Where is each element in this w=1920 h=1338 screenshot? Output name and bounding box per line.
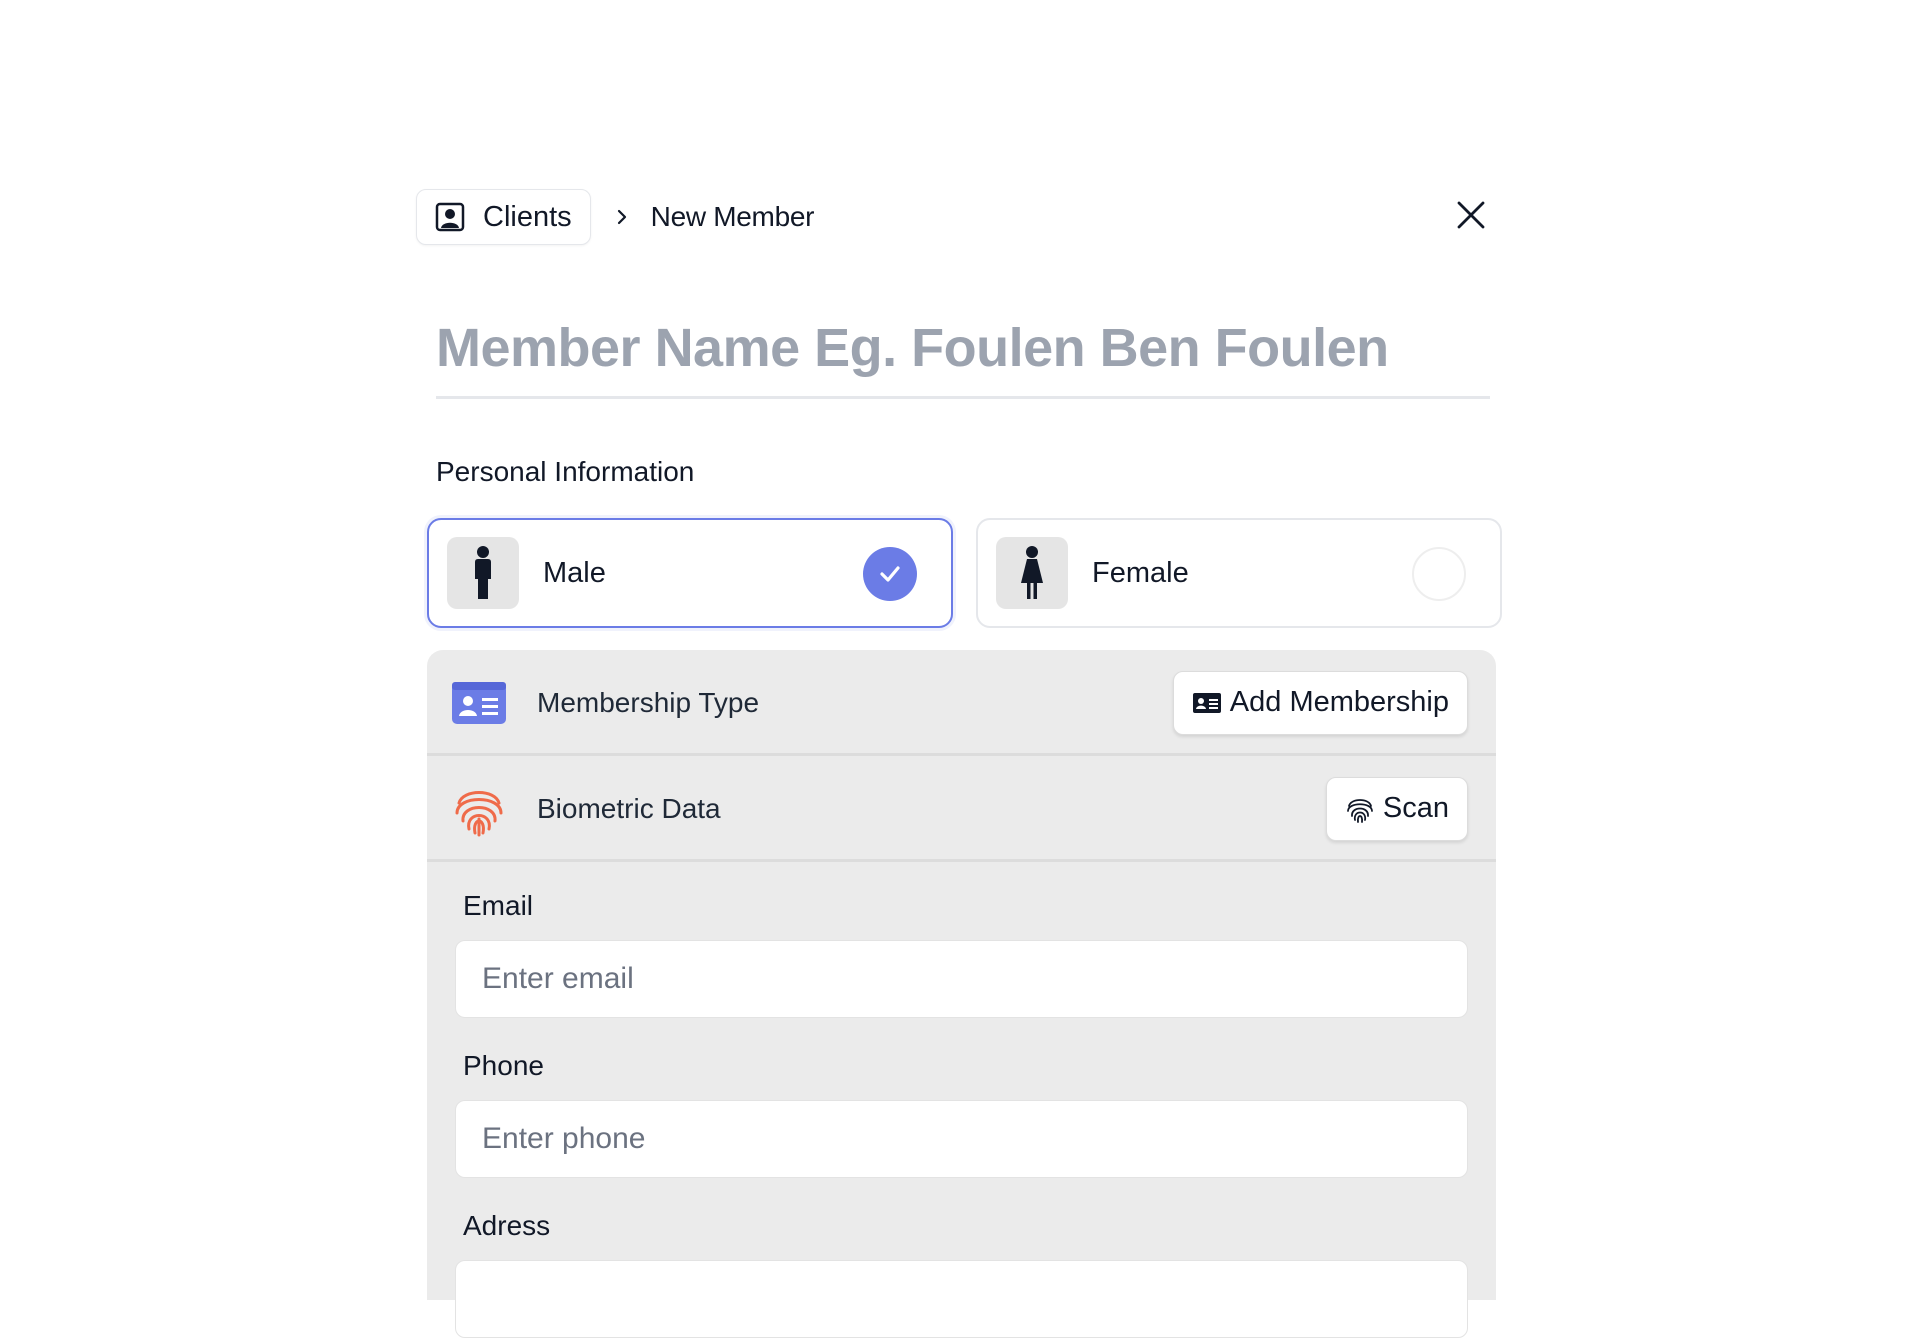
scan-button[interactable]: Scan: [1325, 776, 1468, 841]
member-name-input[interactable]: [436, 300, 1490, 399]
id-card-icon: [1192, 688, 1222, 718]
new-member-page: Clients New Member Personal Information: [0, 0, 1920, 1338]
add-membership-label: Add Membership: [1229, 686, 1449, 718]
gender-label-female: Female: [1092, 556, 1189, 589]
breadcrumb-current: New Member: [650, 201, 815, 232]
personal-information-title: Personal Information: [436, 456, 695, 487]
close-button[interactable]: [1450, 196, 1492, 238]
email-label: Email: [463, 890, 534, 921]
scan-label: Scan: [1382, 792, 1449, 824]
email-input[interactable]: [455, 940, 1468, 1018]
member-details-panel: Membership Type Add Membership Biometric…: [427, 650, 1496, 1338]
address-label: Adress: [463, 1210, 551, 1241]
female-person-icon: [996, 537, 1068, 609]
male-person-icon: [447, 537, 519, 609]
membership-type-label: Membership Type: [537, 686, 760, 718]
id-card-icon: [451, 675, 507, 731]
membership-type-row: Membership Type Add Membership: [427, 652, 1496, 756]
header: Clients New Member: [416, 188, 1492, 246]
close-icon: [1456, 200, 1486, 235]
phone-input[interactable]: [455, 1100, 1468, 1178]
add-membership-button[interactable]: Add Membership: [1172, 670, 1468, 735]
gender-label-male: Male: [543, 556, 606, 589]
fingerprint-icon: [451, 781, 507, 837]
selected-check-icon: [863, 547, 917, 601]
biometric-data-row: Biometric Data Scan: [427, 758, 1496, 862]
phone-label: Phone: [463, 1050, 544, 1081]
unselected-radio-icon: [1412, 547, 1466, 601]
breadcrumb-clients-label: Clients: [483, 200, 572, 233]
chevron-right-icon: [615, 208, 629, 226]
gender-option-male[interactable]: Male: [427, 518, 953, 628]
gender-option-female[interactable]: Female: [976, 518, 1502, 628]
address-input[interactable]: [455, 1260, 1468, 1338]
breadcrumb-clients-button[interactable]: Clients: [416, 189, 591, 245]
fingerprint-icon: [1345, 794, 1375, 824]
biometric-data-label: Biometric Data: [537, 792, 721, 824]
contact-card-icon: [435, 201, 467, 233]
